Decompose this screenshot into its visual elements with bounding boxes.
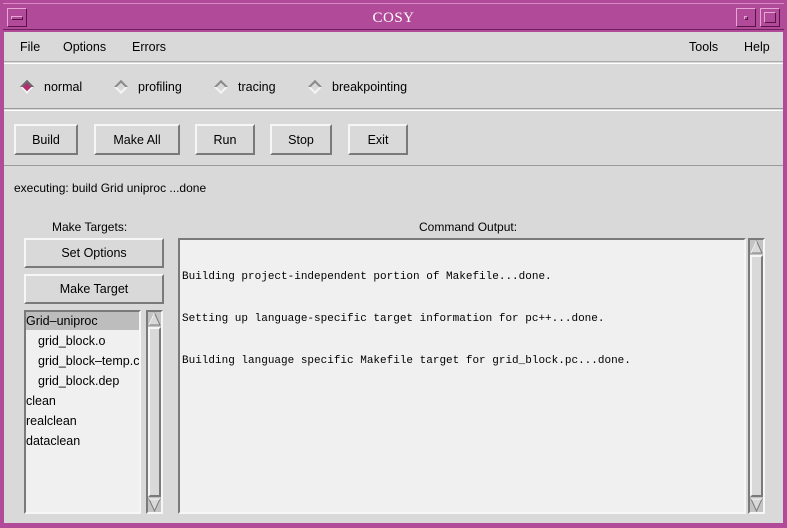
- radio-normal[interactable]: normal: [19, 79, 83, 95]
- exit-button[interactable]: Exit: [348, 124, 408, 155]
- scroll-down-icon[interactable]: [148, 498, 161, 512]
- set-options-button[interactable]: Set Options: [24, 238, 164, 268]
- output-line: Building project-independent portion of …: [182, 271, 552, 283]
- targets-scrollbar[interactable]: [146, 310, 163, 514]
- targets-list[interactable]: Grid–uniproc grid_block.o grid_block–tem…: [24, 310, 141, 514]
- menu-errors[interactable]: Errors: [132, 40, 166, 54]
- window-title: COSY: [372, 10, 415, 26]
- radio-unselected-icon: [213, 79, 229, 95]
- radio-tracing[interactable]: tracing: [213, 79, 276, 95]
- menu-file[interactable]: File: [20, 40, 40, 54]
- radio-label: breakpointing: [332, 80, 408, 94]
- list-item[interactable]: grid_block–temp.c: [26, 352, 139, 370]
- radio-unselected-icon: [113, 79, 129, 95]
- make-target-button[interactable]: Make Target: [24, 274, 164, 304]
- scroll-up-icon[interactable]: [148, 312, 161, 326]
- list-item[interactable]: clean: [26, 392, 139, 410]
- command-output-label: Command Output:: [419, 220, 518, 234]
- list-item[interactable]: grid_block.dep: [26, 372, 139, 390]
- scroll-down-icon[interactable]: [750, 498, 763, 512]
- output-line: Building language specific Makefile targ…: [182, 355, 631, 367]
- make-targets-label: Make Targets:: [52, 220, 128, 234]
- list-item[interactable]: grid_block.o: [26, 332, 139, 350]
- mode-radio-group: normal profiling tracing breakpointing: [4, 63, 783, 109]
- main-panel: File Options Errors Tools Help normal pr…: [4, 32, 783, 523]
- status-text: executing: build Grid uniproc ...done: [14, 181, 207, 195]
- toolbar: Build Make All Run Stop Exit: [4, 110, 783, 166]
- menu-help[interactable]: Help: [744, 40, 770, 54]
- menu-options[interactable]: Options: [63, 40, 106, 54]
- scroll-thumb[interactable]: [148, 327, 161, 497]
- maximize-button[interactable]: [760, 8, 780, 27]
- radio-profiling[interactable]: profiling: [113, 79, 182, 95]
- list-item[interactable]: dataclean: [26, 432, 139, 450]
- build-button[interactable]: Build: [14, 124, 78, 155]
- scroll-up-icon[interactable]: [750, 240, 763, 254]
- radio-unselected-icon: [307, 79, 323, 95]
- command-output-text[interactable]: Building project-independent portion of …: [178, 238, 746, 514]
- scroll-thumb[interactable]: [750, 255, 763, 497]
- list-item[interactable]: realclean: [26, 412, 139, 430]
- radio-label: tracing: [238, 80, 276, 94]
- list-item[interactable]: Grid–uniproc: [26, 312, 139, 330]
- menu-bar: File Options Errors Tools Help: [4, 32, 783, 62]
- run-button[interactable]: Run: [195, 124, 255, 155]
- cosy-window: COSY File Options Errors Tools Help norm…: [0, 0, 787, 528]
- output-scrollbar[interactable]: [748, 238, 765, 514]
- minimize-icon: [744, 16, 748, 20]
- title-bar[interactable]: COSY: [3, 3, 784, 30]
- menu-tools[interactable]: Tools: [689, 40, 718, 54]
- minimize-button[interactable]: [736, 8, 756, 27]
- radio-label: normal: [44, 80, 83, 94]
- make-all-button[interactable]: Make All: [94, 124, 180, 155]
- stop-button[interactable]: Stop: [270, 124, 332, 155]
- radio-label: profiling: [138, 80, 182, 94]
- maximize-icon: [764, 12, 776, 23]
- radio-breakpointing[interactable]: breakpointing: [307, 79, 408, 95]
- radio-selected-icon: [19, 79, 35, 95]
- output-line: Setting up language-specific target info…: [182, 313, 605, 325]
